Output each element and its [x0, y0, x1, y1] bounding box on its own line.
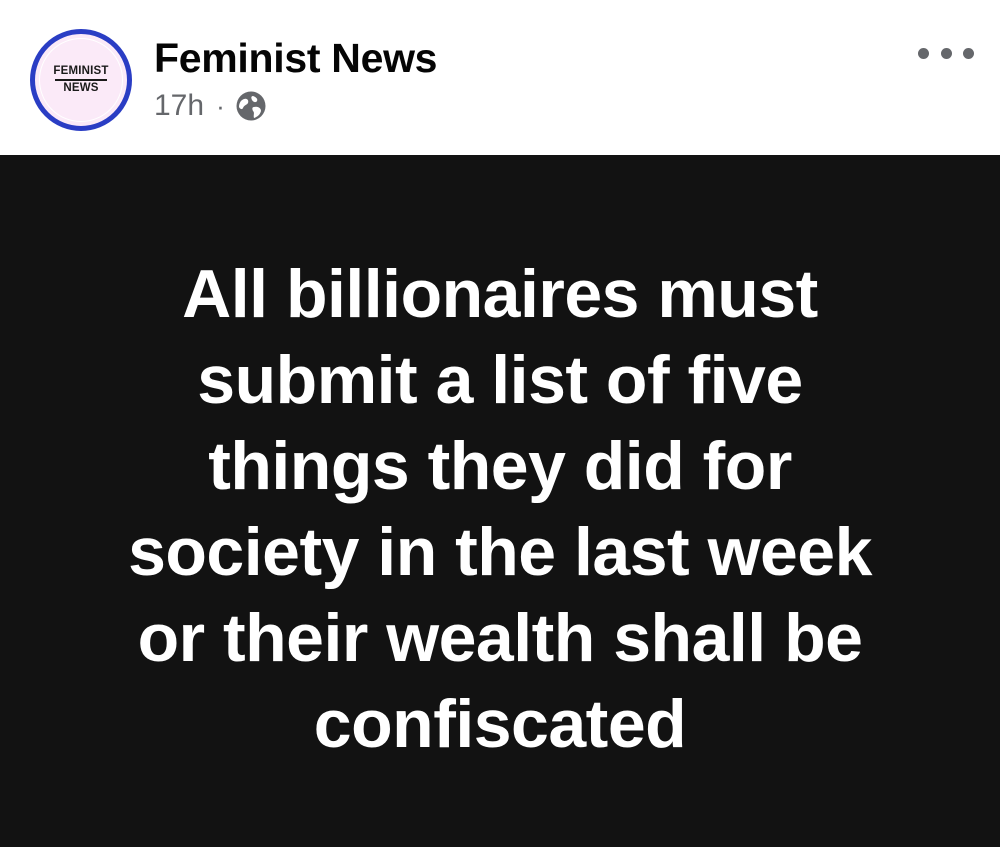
facebook-post: FEMINIST NEWS Feminist News 17h · All bi…: [0, 0, 1000, 847]
post-text-line: or their wealth shall be: [137, 600, 863, 676]
avatar-logo: FEMINIST NEWS: [39, 38, 123, 122]
meta-separator: ·: [216, 90, 225, 121]
post-text-background[interactable]: All billionaires must submit a list of f…: [0, 155, 1000, 847]
post-text-line: things they did for: [208, 428, 792, 504]
more-options-icon-dot: [940, 47, 952, 59]
post-text-line: confiscated: [313, 686, 687, 762]
avatar-logo-text-bottom: NEWS: [63, 81, 99, 94]
more-options-icon: [918, 47, 929, 59]
page-name-link[interactable]: Feminist News: [154, 34, 437, 82]
avatar-logo-text-top: FEMINIST: [53, 65, 109, 78]
post-text-line: society in the last week: [128, 514, 872, 590]
avatar-logo-divider: [55, 79, 107, 81]
post-meta: 17h ·: [154, 86, 267, 126]
post-text: All billionaires must submit a list of f…: [0, 251, 1000, 767]
page-avatar[interactable]: FEMINIST NEWS: [30, 29, 132, 131]
globe-icon: [235, 90, 267, 122]
post-text-line: submit a list of five: [197, 342, 803, 418]
post-text-line: All billionaires must: [182, 256, 818, 332]
post-header: FEMINIST NEWS Feminist News 17h ·: [0, 0, 1000, 155]
more-options-icon-dot: [963, 47, 974, 59]
more-options-button[interactable]: [918, 38, 974, 68]
post-timestamp[interactable]: 17h: [154, 89, 204, 123]
